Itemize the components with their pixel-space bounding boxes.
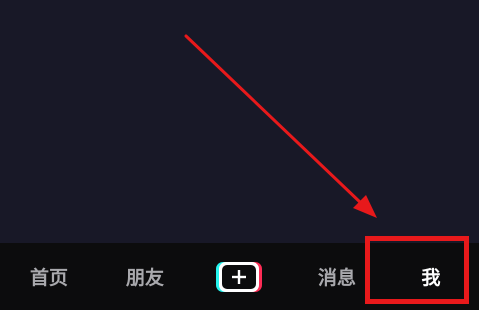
app-screen: 首页 朋友 消息 我 xyxy=(0,0,479,310)
tab-home[interactable]: 首页 xyxy=(18,243,80,310)
plus-icon xyxy=(222,265,256,289)
tab-home-label: 首页 xyxy=(29,267,68,289)
create-button-face xyxy=(219,262,259,292)
create-video-button[interactable] xyxy=(216,262,262,292)
tab-me-label: 我 xyxy=(421,267,441,289)
tab-friends[interactable]: 朋友 xyxy=(114,243,176,310)
content-area xyxy=(0,0,479,243)
tab-me[interactable]: 我 xyxy=(400,243,462,310)
tab-messages[interactable]: 消息 xyxy=(306,243,368,310)
tab-friends-label: 朋友 xyxy=(125,267,164,289)
tab-messages-label: 消息 xyxy=(317,267,356,289)
